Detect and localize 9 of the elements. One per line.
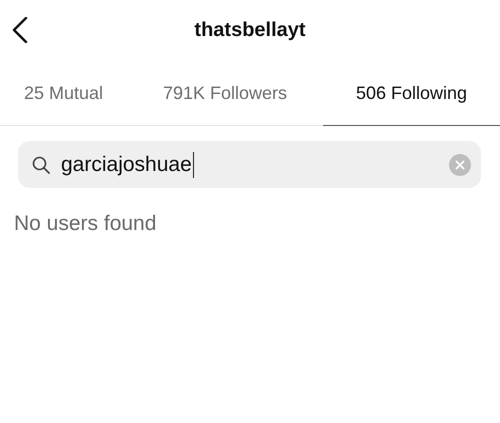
search-field[interactable]: garciajoshuae — [18, 141, 481, 188]
tab[interactable]: 506 Following — [323, 61, 500, 126]
back-icon[interactable] — [12, 17, 28, 43]
tab[interactable]: 791K Followers — [127, 61, 323, 126]
tab[interactable]: 25 Mutual — [0, 61, 127, 126]
text-cursor — [192, 152, 194, 178]
empty-message: No users found — [14, 212, 156, 236]
profile-username: thatsbellayt — [194, 18, 306, 42]
search-icon — [32, 156, 50, 174]
